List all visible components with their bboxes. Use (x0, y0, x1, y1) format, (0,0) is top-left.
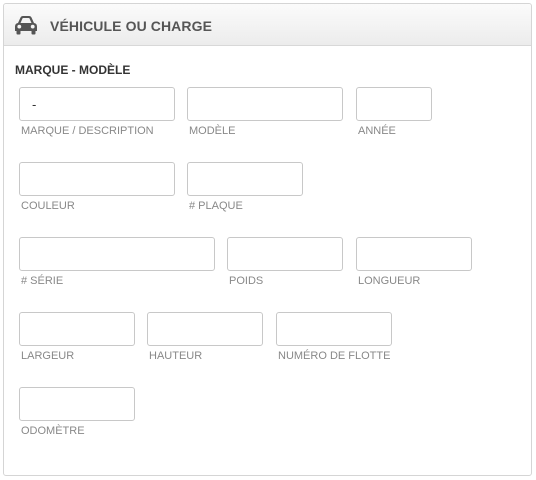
length-input[interactable] (356, 237, 472, 271)
make-description-input[interactable] (19, 87, 175, 121)
model-label: MODÈLE (189, 125, 236, 137)
serial-label: # SÉRIE (21, 275, 64, 287)
panel-title: VÉHICULE OU CHARGE (50, 18, 213, 34)
section-title: MARQUE - MODÈLE (15, 63, 131, 77)
fleet-number-input[interactable] (276, 312, 392, 346)
serial-input[interactable] (19, 237, 215, 271)
length-label: LONGUEUR (358, 275, 421, 287)
odometer-label: ODOMÈTRE (21, 425, 85, 437)
year-input[interactable] (356, 87, 432, 121)
car-icon (15, 16, 37, 35)
plate-label: # PLAQUE (189, 200, 243, 212)
weight-input[interactable] (227, 237, 343, 271)
color-label: COULEUR (21, 200, 75, 212)
height-label: HAUTEUR (149, 350, 203, 362)
weight-label: POIDS (229, 275, 264, 287)
height-input[interactable] (147, 312, 263, 346)
panel-header: VÉHICULE OU CHARGE (4, 4, 531, 46)
width-label: LARGEUR (21, 350, 75, 362)
odometer-input[interactable] (19, 387, 135, 421)
fleet-number-label: NUMÉRO DE FLOTTE (278, 350, 391, 362)
color-input[interactable] (19, 162, 175, 196)
year-label: ANNÉE (358, 125, 396, 137)
plate-input[interactable] (187, 162, 303, 196)
model-input[interactable] (187, 87, 343, 121)
make-description-label: MARQUE / DESCRIPTION (21, 125, 154, 137)
width-input[interactable] (19, 312, 135, 346)
